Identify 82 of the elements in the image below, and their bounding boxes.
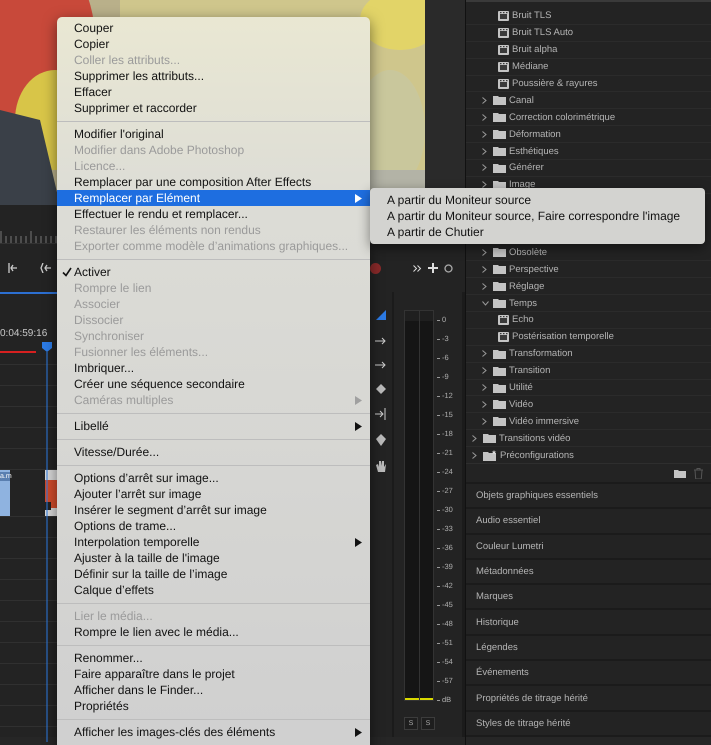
menu-item[interactable]: Créer une séquence secondaire [57, 376, 370, 392]
menu-item[interactable]: Faire apparaître dans le projet [57, 666, 370, 682]
panel-header[interactable]: Historique [466, 610, 711, 634]
folder-item[interactable]: Utilité [493, 382, 533, 394]
submenu-item[interactable]: A partir du Moniteur source [370, 192, 705, 208]
panel-header[interactable]: Métadonnées [466, 560, 711, 584]
panel-header[interactable]: Styles de titrage hérité [466, 712, 711, 735]
folder-item[interactable]: Perspective [493, 264, 559, 275]
folder-label: Transition [509, 365, 550, 376]
folder-item[interactable]: Transitions vidéo [483, 432, 570, 444]
menu-item[interactable]: Modifier l'original [57, 126, 370, 142]
folder-label: Perspective [509, 264, 559, 275]
panel-header[interactable]: Audio essentiel [466, 509, 711, 533]
panel-header[interactable]: Événements [466, 661, 711, 684]
effect-label: Bruit alpha [512, 44, 558, 56]
folder-item[interactable]: Esthétiques [493, 146, 559, 157]
folder-item[interactable]: Réglage [493, 280, 544, 292]
submenu-item[interactable]: A partir de Chutier [370, 224, 705, 240]
folder-label: Canal [509, 94, 534, 106]
folder-label: Vidéo [509, 398, 534, 410]
folder-item[interactable]: Vidéo [493, 398, 534, 410]
menu-item[interactable]: Rompre le lien avec le média... [57, 624, 370, 640]
folder-label: Générer [509, 162, 544, 174]
menu-item[interactable]: Remplacer par une composition After Effects [57, 174, 370, 190]
timecode: 0:04:59:16 [0, 328, 48, 339]
folder-label: Déformation [509, 128, 561, 140]
effect-item[interactable]: Bruit TLS [498, 10, 552, 22]
menu-item[interactable]: Supprimer les attributs... [57, 68, 370, 84]
effect-item[interactable]: Bruit TLS Auto [498, 27, 574, 38]
menu-item[interactable]: Calque d’effets [57, 582, 370, 598]
panel-header[interactable]: Légendes [466, 636, 711, 660]
menu-item[interactable]: Libellé [57, 418, 370, 434]
menu-item[interactable]: Ajuster à la taille de l'image [57, 550, 370, 566]
effect-label: Bruit TLS [512, 10, 552, 22]
folder-label: Réglage [509, 280, 544, 292]
folder-label: Obsolète [509, 246, 548, 258]
folder-label: Utilité [509, 382, 533, 394]
menu-item[interactable]: Propriétés [57, 698, 370, 714]
menu-item[interactable]: Insérer le segment d’arrêt sur image [57, 502, 370, 518]
menu-item[interactable]: Remplacer par Elément [57, 190, 370, 206]
menu-item[interactable]: Interpolation temporelle [57, 534, 370, 550]
effect-item[interactable]: Médiane [498, 61, 548, 72]
menu-item[interactable]: Définir sur la taille de l’image [57, 566, 370, 582]
folder-item[interactable]: Préconfigurations [483, 450, 574, 461]
menu-item[interactable]: Couper [57, 20, 370, 36]
folder-label: Transitions vidéo [499, 432, 570, 444]
menu-item[interactable]: Supprimer et raccorder [57, 100, 370, 116]
folder-label: Vidéo immersive [509, 416, 580, 427]
folder-item[interactable]: Déformation [493, 128, 561, 140]
submenu-item[interactable]: A partir du Moniteur source, Faire correspondre l'image [370, 208, 705, 224]
folder-item[interactable]: Générer [493, 162, 544, 174]
effect-item[interactable]: Echo [498, 314, 534, 326]
effect-item[interactable]: Bruit alpha [498, 44, 558, 56]
folder-item[interactable]: Transformation [493, 348, 573, 360]
folder-label: Esthétiques [509, 146, 559, 157]
folder-item[interactable]: Transition [493, 365, 550, 376]
folder-label: Préconfigurations [500, 450, 574, 461]
folder-label: Image [509, 179, 536, 190]
panel-header[interactable]: Marques [466, 585, 711, 608]
folder-item[interactable]: Canal [493, 94, 534, 106]
folder-label: Transformation [509, 348, 573, 360]
menu-item[interactable]: Effacer [57, 84, 370, 100]
menu-item[interactable]: Options de trame... [57, 518, 370, 534]
folder-item[interactable]: Temps [493, 298, 537, 309]
folder-label: Temps [509, 298, 537, 309]
menu-item[interactable]: Effectuer le rendu et remplacer... [57, 206, 370, 222]
effect-label: Echo [512, 314, 534, 326]
menu-item[interactable]: Options d’arrêt sur image... [57, 470, 370, 486]
folder-item[interactable]: Obsolète [493, 246, 548, 258]
menu-item[interactable]: Renommer... [57, 650, 370, 666]
panel-header[interactable]: Couleur Lumetri [466, 534, 711, 558]
effect-label: Médiane [512, 61, 548, 72]
panel-header[interactable]: Objets graphiques essentiels [466, 484, 711, 508]
folder-item[interactable]: Vidéo immersive [493, 416, 580, 427]
menu-item[interactable]: Afficher les images-clés des éléments [57, 724, 370, 740]
menu-item[interactable]: Afficher dans le Finder... [57, 682, 370, 698]
menu-item[interactable]: Copier [57, 36, 370, 52]
panel-header[interactable]: Propriétés de titrage hérité [466, 686, 711, 710]
menu-item[interactable]: Ajouter l’arrêt sur image [57, 486, 370, 502]
effect-label: Bruit TLS Auto [512, 27, 574, 38]
menu-item[interactable]: Vitesse/Durée... [57, 444, 370, 460]
menu-item[interactable]: Imbriquer... [57, 360, 370, 376]
